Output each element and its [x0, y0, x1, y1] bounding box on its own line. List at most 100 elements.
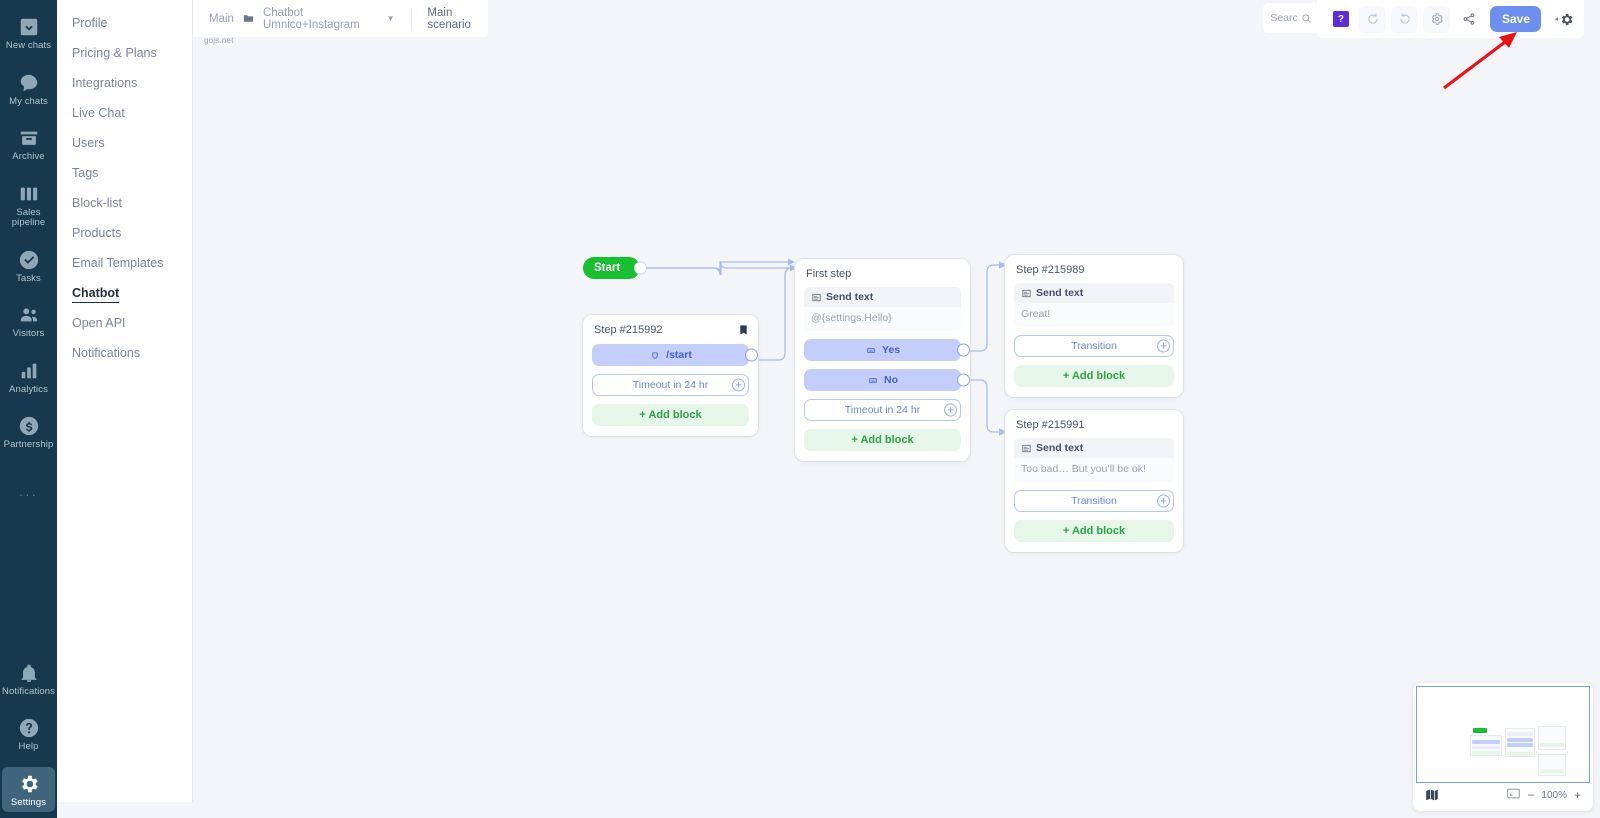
rail-item-visitors[interactable]: Visitors [2, 298, 55, 344]
breadcrumb-root[interactable]: Main [209, 13, 234, 25]
row-timeout[interactable]: Timeout in 24 hr + [592, 374, 749, 396]
zoom-out-button[interactable]: − [1527, 788, 1534, 802]
submenu-item-profile[interactable]: Profile [57, 8, 192, 38]
block-body-text[interactable]: Great! [1014, 303, 1174, 327]
row-timeout[interactable]: Timeout in 24 hr + [804, 399, 961, 421]
undo-icon [1368, 12, 1378, 24]
add-block-button[interactable]: + Add block [804, 429, 961, 451]
zoom-in-button[interactable]: + [1574, 788, 1581, 802]
row-no[interactable]: No [804, 369, 970, 391]
output-port[interactable] [745, 348, 758, 362]
minimap-row [1540, 743, 1564, 747]
submenu-item-pricing-plans[interactable]: Pricing & Plans [57, 38, 192, 68]
rail-item-notifications[interactable]: Notifications [2, 656, 55, 702]
editor-toolbar: ? Save ◂ [1317, 0, 1584, 38]
arrow-head [788, 258, 795, 266]
rail-item-new-chats[interactable]: New chats [2, 10, 55, 56]
zoom-level-label: 100% [1541, 789, 1567, 801]
fit-to-screen-icon[interactable] [1507, 788, 1520, 802]
row-transition[interactable]: Transition + [1014, 335, 1174, 357]
block-body-text[interactable]: @{settings.Hello} [804, 307, 961, 331]
row-label: /start [666, 349, 692, 361]
add-block-button[interactable]: + Add block [592, 404, 749, 426]
rail-item-archive[interactable]: Archive [2, 121, 55, 167]
help-badge-button[interactable]: ? [1327, 6, 1354, 33]
node-step-215991[interactable]: Step #215991 Send text Too bad… But you’… [1005, 410, 1183, 552]
bar-chart-icon [18, 360, 40, 382]
node-title: Step #215992 [592, 324, 749, 336]
rail-item-help[interactable]: Help [2, 711, 55, 757]
submenu-item-users[interactable]: Users [57, 128, 192, 158]
output-port-no[interactable] [957, 373, 970, 387]
send-text-icon [1022, 289, 1031, 297]
undo-button[interactable] [1359, 5, 1387, 33]
submenu-item-integrations[interactable]: Integrations [57, 68, 192, 98]
rail-item-analytics[interactable]: Analytics [2, 354, 55, 400]
bookmark-icon[interactable] [738, 324, 749, 336]
output-port-yes[interactable] [957, 343, 970, 357]
node-step-215992[interactable]: Step #215992 /start Timeout in 24 hr + +… [583, 315, 758, 436]
minimap-viewport[interactable] [1416, 686, 1590, 783]
rail-label: Tasks [16, 272, 41, 284]
rail-label: My chats [9, 95, 48, 107]
share-button[interactable] [1455, 6, 1482, 33]
submenu-item-tags[interactable]: Tags [57, 158, 192, 188]
submenu-item-open-api[interactable]: Open API [57, 308, 192, 338]
add-port-icon[interactable]: + [1157, 494, 1170, 508]
row-start-command[interactable]: /start [592, 344, 758, 366]
add-port-icon[interactable]: + [944, 403, 957, 417]
panel-settings-toggle[interactable]: ◂ [1554, 12, 1574, 27]
rail-item-my-chats[interactable]: My chats [2, 66, 55, 112]
row-yes[interactable]: Yes [804, 339, 970, 361]
node-title: Step #215989 [1014, 264, 1174, 276]
search-input[interactable]: Searc [1263, 3, 1319, 33]
rail-item-tasks[interactable]: Tasks [2, 243, 55, 289]
dollar-circle-icon [18, 415, 40, 437]
add-port-icon[interactable]: + [732, 378, 745, 392]
submenu-item-products[interactable]: Products [57, 218, 192, 248]
minimap-row [1507, 743, 1533, 747]
breadcrumb-scenario[interactable]: Main scenario [427, 7, 488, 31]
add-block-button[interactable]: + Add block [1014, 365, 1174, 387]
submenu-item-block-list[interactable]: Block-list [57, 188, 192, 218]
row-label: + Add block [639, 409, 702, 421]
rail-label: Sales pipeline [11, 206, 46, 228]
map-icon[interactable] [1425, 788, 1439, 802]
rail-label: Help [18, 741, 39, 752]
block-header-label: Send text [1036, 442, 1084, 454]
send-text-icon [812, 293, 821, 301]
scenario-canvas[interactable]: Start Step #215992 /start Timeout in 24 … [193, 0, 1600, 818]
rail-label: Archive [12, 151, 45, 162]
row-label: Yes [881, 344, 901, 356]
node-title-text: Step #215992 [594, 324, 663, 336]
node-step-215989[interactable]: Step #215989 Send text Great! Transition… [1005, 255, 1183, 397]
rail-item-partnership[interactable]: Partnership [2, 409, 55, 455]
left-icon-rail: New chats My chats Archive Sales pipelin… [0, 0, 57, 818]
folder-icon [243, 13, 254, 24]
rail-item-sales-pipeline[interactable]: Sales pipeline [2, 177, 55, 233]
columns-icon [18, 183, 40, 205]
breadcrumb-bot-name[interactable]: Chatbot Umnico+Instagram [263, 7, 382, 31]
row-label: + Add block [1062, 525, 1126, 537]
submenu-item-chatbot[interactable]: Chatbot [57, 278, 192, 308]
start-node[interactable]: Start [583, 257, 648, 279]
rail-label: Notifications [1, 685, 56, 697]
node-title-text: Step #215989 [1016, 264, 1085, 276]
block-body-text[interactable]: Too bad… But you’ll be ok! [1014, 458, 1174, 482]
node-first-step[interactable]: First step Send text @{settings.Hello} Y… [795, 259, 970, 461]
submenu-item-live-chat[interactable]: Live Chat [57, 98, 192, 128]
row-transition[interactable]: Transition + [1014, 490, 1174, 512]
scenario-settings-button[interactable] [1423, 5, 1451, 33]
add-block-button[interactable]: + Add block [1014, 520, 1174, 542]
start-output-port[interactable] [634, 261, 648, 275]
add-port-icon[interactable]: + [1157, 339, 1170, 353]
submenu-item-email-templates[interactable]: Email Templates [57, 248, 192, 278]
rail-item-settings[interactable]: Settings [2, 766, 55, 812]
rail-overflow-dots[interactable]: ··· [19, 487, 38, 502]
submenu-item-notifications[interactable]: Notifications [57, 338, 192, 368]
save-button[interactable]: Save [1490, 6, 1542, 32]
redo-button[interactable] [1391, 5, 1419, 33]
minimap-panel[interactable]: − 100% + [1413, 683, 1593, 811]
minimap-toolbar: − 100% + [1416, 783, 1590, 807]
chevron-down-icon[interactable]: ▼ [387, 14, 395, 23]
